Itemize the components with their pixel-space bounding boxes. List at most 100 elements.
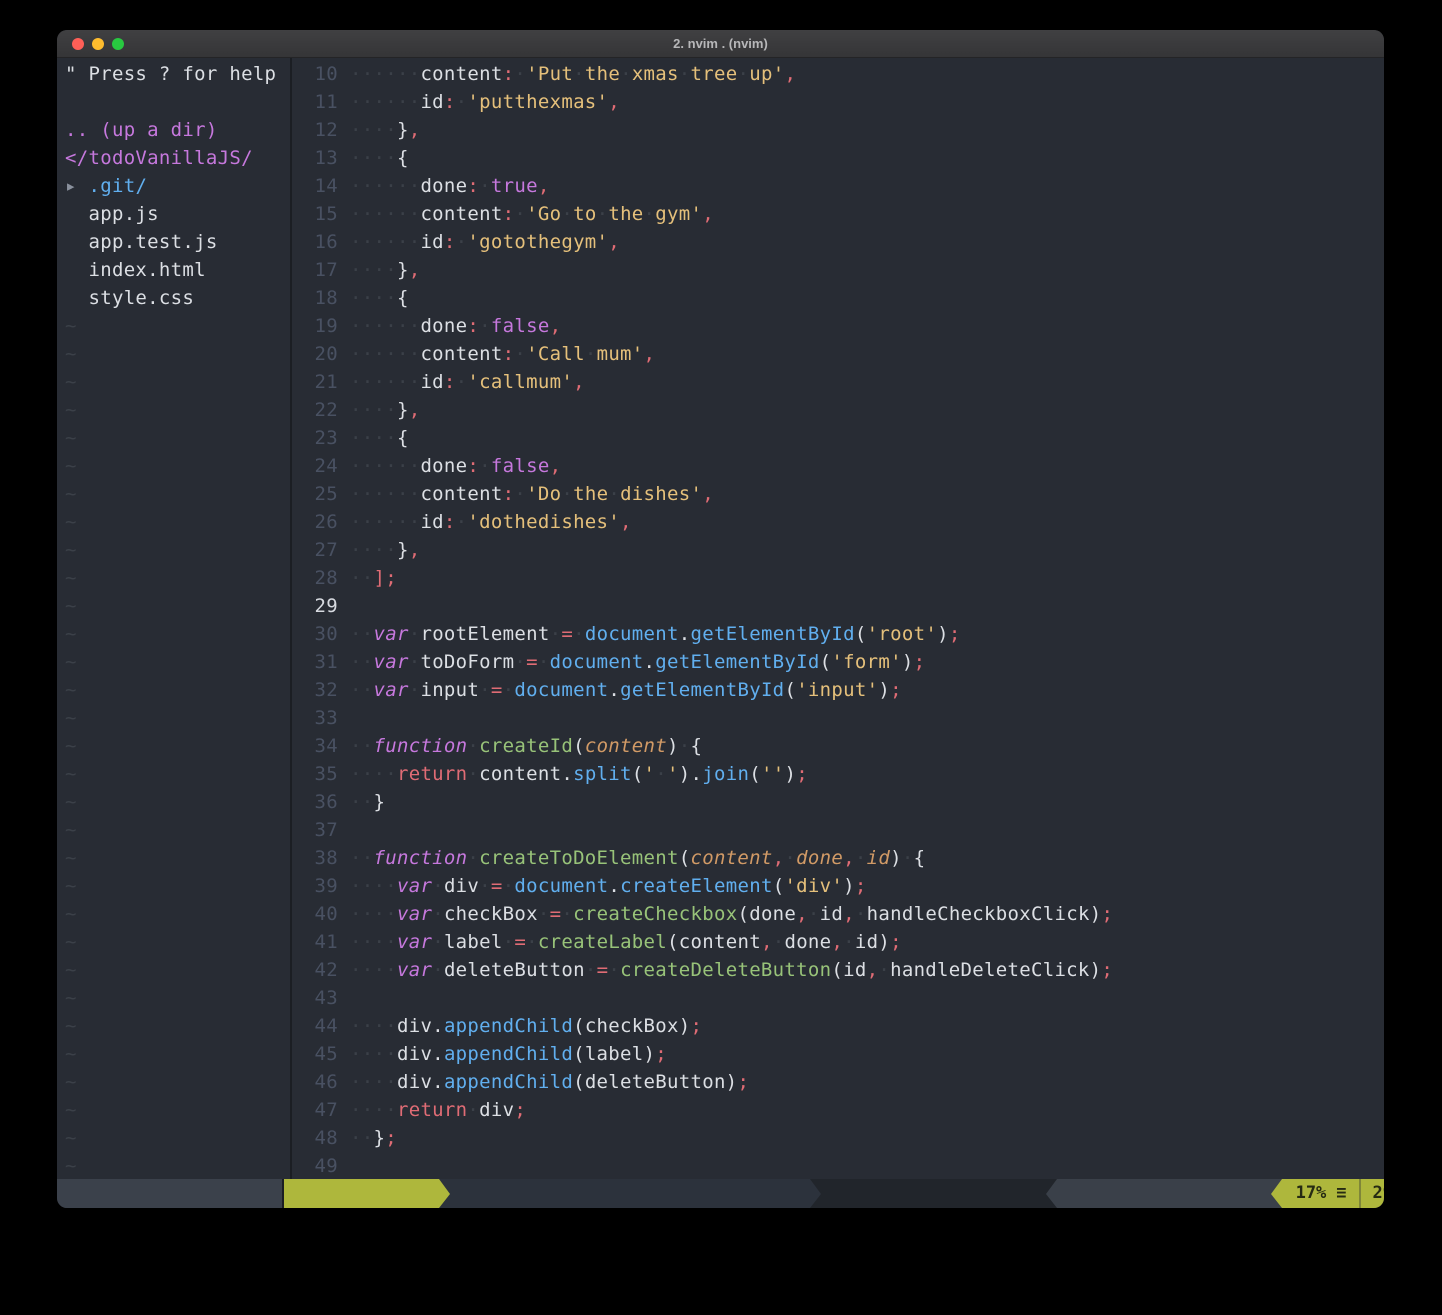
code-line[interactable]: 15······content:·'Go·to·the·gym',	[292, 200, 1384, 228]
root-path: </todoVanillaJS/	[65, 144, 290, 172]
line-number: 21	[292, 368, 338, 396]
line-number: 25	[292, 480, 338, 508]
thin-separator	[1359, 1179, 1361, 1208]
code-line[interactable]: 31··var·toDoForm·=·document.getElementBy…	[292, 648, 1384, 676]
minimize-button[interactable]	[92, 38, 104, 50]
code-line[interactable]: 41····var·label·=·createLabel(content,·d…	[292, 928, 1384, 956]
code-line[interactable]: 35····return·content.split('·').join('')…	[292, 760, 1384, 788]
empty-line-tilde: ~	[65, 928, 290, 956]
line-number: 20	[292, 340, 338, 368]
code-line[interactable]: 20······content:·'Call·mum',	[292, 340, 1384, 368]
file-explorer: " Press ? for help.. (up a dir)</todoVan…	[57, 58, 290, 1179]
code-line[interactable]: 21······id:·'callmum',	[292, 368, 1384, 396]
code-text: ··};	[338, 1124, 397, 1152]
editor-area: " Press ? for help.. (up a dir)</todoVan…	[57, 58, 1384, 1179]
code-line[interactable]: 26······id:·'dothedishes',	[292, 508, 1384, 536]
code-text: ····var·checkBox·=·createCheckbox(done,·…	[338, 900, 1113, 928]
code-text: ······content:·'Put·the·xmas·tree·up',	[338, 60, 796, 88]
code-text: ····var·deleteButton·=·createDeleteButto…	[338, 956, 1113, 984]
empty-line-tilde: ~	[65, 592, 290, 620]
code-text: ······content:·'Do·the·dishes',	[338, 480, 714, 508]
empty-line-tilde: ~	[65, 424, 290, 452]
line-number: 38	[292, 844, 338, 872]
line-number: 39	[292, 872, 338, 900]
code-line[interactable]: 22····},	[292, 396, 1384, 424]
code-line[interactable]: 16······id:·'gotothegym',	[292, 228, 1384, 256]
empty-line-tilde: ~	[65, 1040, 290, 1068]
code-line[interactable]: 44····div.appendChild(checkBox);	[292, 1012, 1384, 1040]
window-title: 2. nvim . (nvim)	[673, 36, 768, 51]
code-line[interactable]: 32··var·input·=·document.getElementById(…	[292, 676, 1384, 704]
empty-line-tilde: ~	[65, 732, 290, 760]
empty-line-tilde: ~	[65, 396, 290, 424]
line-number: 12	[292, 116, 338, 144]
code-line[interactable]: 38··function·createToDoElement(content,·…	[292, 844, 1384, 872]
code-line[interactable]: 28··];	[292, 564, 1384, 592]
code-text	[338, 1152, 350, 1179]
code-line[interactable]: 13····{	[292, 144, 1384, 172]
line-number: 11	[292, 88, 338, 116]
empty-line-tilde: ~	[65, 816, 290, 844]
code-line[interactable]: 17····},	[292, 256, 1384, 284]
empty-line-tilde: ~	[65, 312, 290, 340]
code-line[interactable]: 34··function·createId(content)·{	[292, 732, 1384, 760]
code-text: ······done:·false,	[338, 312, 561, 340]
line-number: 29	[292, 592, 338, 620]
code-text: ······id:·'callmum',	[338, 368, 585, 396]
code-line[interactable]: 25······content:·'Do·the·dishes',	[292, 480, 1384, 508]
file-index-html[interactable]: index.html	[65, 256, 290, 284]
code-text: ······id:·'gotothegym',	[338, 228, 620, 256]
code-text	[338, 592, 350, 620]
line-number: 18	[292, 284, 338, 312]
title-bar: 2. nvim . (nvim)	[57, 30, 1384, 58]
code-line[interactable]: 43	[292, 984, 1384, 1012]
code-line[interactable]: 33	[292, 704, 1384, 732]
empty-line-tilde: ~	[65, 648, 290, 676]
line-number: 31	[292, 648, 338, 676]
code-line[interactable]: 42····var·deleteButton·=·createDeleteBut…	[292, 956, 1384, 984]
code-line[interactable]: 10······content:·'Put·the·xmas·tree·up',	[292, 60, 1384, 88]
code-line[interactable]: 19······done:·false,	[292, 312, 1384, 340]
powerline-separator-icon	[1046, 1179, 1057, 1208]
line-number: 34	[292, 732, 338, 760]
dir-git[interactable]: ▸ .git/	[65, 172, 290, 200]
line-number: 42	[292, 956, 338, 984]
code-line[interactable]: 49	[292, 1152, 1384, 1179]
code-text: ··function·createId(content)·{	[338, 732, 702, 760]
file-app-test-js[interactable]: app.test.js	[65, 228, 290, 256]
code-line[interactable]: 18····{	[292, 284, 1384, 312]
code-text: ··var·toDoForm·=·document.getElementById…	[338, 648, 925, 676]
code-line[interactable]: 48··};	[292, 1124, 1384, 1152]
file-style-css[interactable]: style.css	[65, 284, 290, 312]
code-line[interactable]: 45····div.appendChild(label);	[292, 1040, 1384, 1068]
close-button[interactable]	[72, 38, 84, 50]
code-line[interactable]: 12····},	[292, 116, 1384, 144]
code-text: ····},	[338, 396, 420, 424]
code-line[interactable]: 27····},	[292, 536, 1384, 564]
zoom-button[interactable]	[112, 38, 124, 50]
line-number: 35	[292, 760, 338, 788]
code-line[interactable]: 30··var·rootElement·=·document.getElemen…	[292, 620, 1384, 648]
empty-line-tilde: ~	[65, 620, 290, 648]
powerline-separator-icon	[1271, 1179, 1282, 1208]
blank-line	[65, 88, 290, 116]
up-a-dir[interactable]: .. (up a dir)	[65, 116, 290, 144]
code-text: ····},	[338, 256, 420, 284]
code-buffer[interactable]: 10······content:·'Put·the·xmas·tree·up',…	[292, 58, 1384, 1179]
line-number: 28	[292, 564, 338, 592]
code-line[interactable]: 37	[292, 816, 1384, 844]
code-line[interactable]: 14······done:·true,	[292, 172, 1384, 200]
code-line[interactable]: 39····var·div·=·document.createElement('…	[292, 872, 1384, 900]
code-text	[338, 704, 350, 732]
code-line[interactable]: 46····div.appendChild(deleteButton);	[292, 1068, 1384, 1096]
code-line[interactable]: 40····var·checkBox·=·createCheckbox(done…	[292, 900, 1384, 928]
empty-line-tilde: ~	[65, 508, 290, 536]
code-line[interactable]: 29	[292, 592, 1384, 620]
code-line[interactable]: 23····{	[292, 424, 1384, 452]
code-line[interactable]: 47····return·div;	[292, 1096, 1384, 1124]
code-line[interactable]: 24······done:·false,	[292, 452, 1384, 480]
code-line[interactable]: 36··}	[292, 788, 1384, 816]
code-line[interactable]: 11······id:·'putthexmas',	[292, 88, 1384, 116]
powerline-separator-icon	[439, 1179, 450, 1208]
file-app-js[interactable]: app.js	[65, 200, 290, 228]
